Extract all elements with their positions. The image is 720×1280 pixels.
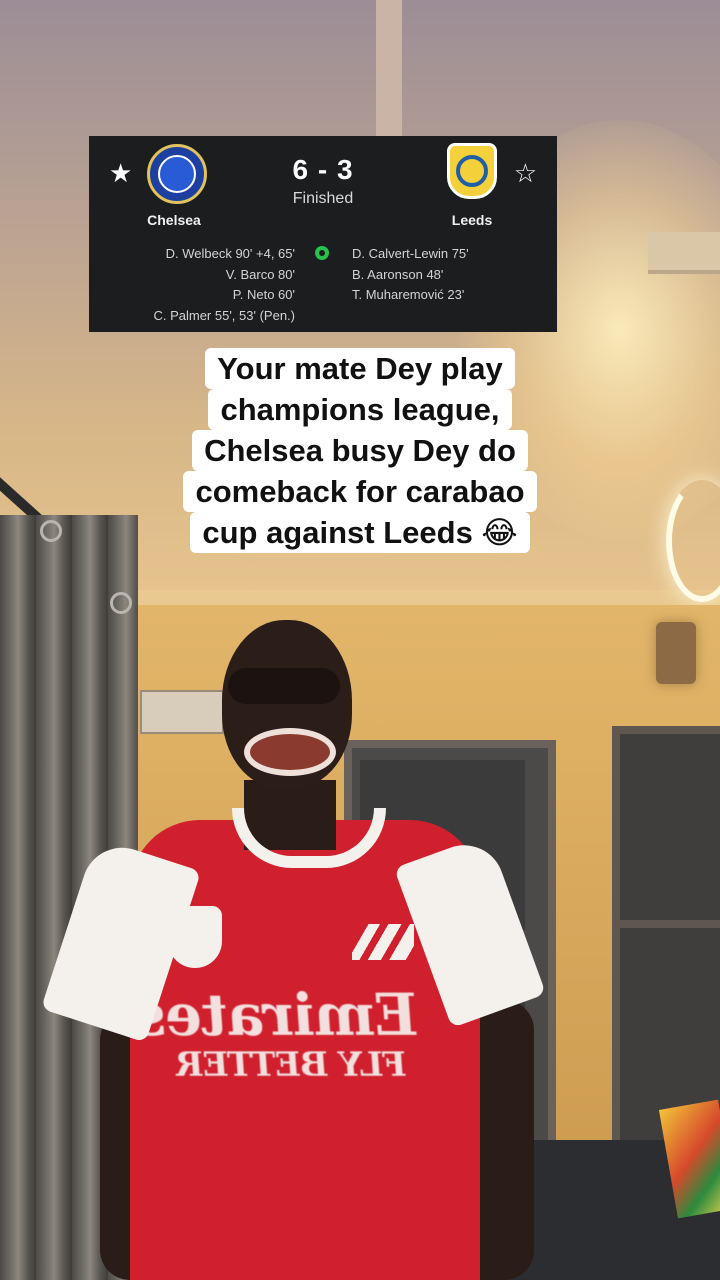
scorer-item: D. Welbeck 90' +4, 65' — [165, 246, 295, 261]
curtain-ring — [110, 592, 132, 614]
caption-line: champions league, — [208, 389, 512, 430]
sponsor-name: Emirates — [131, 981, 421, 1049]
scorer-item: T. Muharemović 23' — [352, 287, 465, 302]
scorer-item: B. Aaronson 48' — [352, 266, 444, 282]
wall-switch-panel — [140, 690, 224, 734]
away-scorers-list: D. Calvert-Lewin 75' B. Aaronson 48' T. … — [352, 244, 469, 306]
home-scorers-list: D. Welbeck 90' +4, 65' V. Barco 80' P. N… — [153, 244, 295, 326]
home-team-name: Chelsea — [147, 212, 201, 228]
away-team-name: Leeds — [451, 212, 493, 228]
caption-line: cup against Leeds 😂 — [190, 512, 530, 553]
scorer-item: C. Palmer 55', 53' (Pen.) — [153, 307, 295, 323]
caption-line: Your mate Dey play — [205, 348, 515, 389]
scorer-item: V. Barco 80' — [225, 266, 295, 282]
ceiling-beam — [376, 0, 402, 140]
door-frame — [620, 920, 720, 928]
air-vent — [648, 232, 720, 274]
star-outline-icon[interactable]: ☆ — [514, 160, 537, 186]
person-eyes — [228, 668, 340, 704]
wall-lamp — [656, 622, 696, 684]
arsenal-crest-icon — [168, 906, 222, 968]
caption-line: Chelsea busy Dey do — [192, 430, 528, 471]
adidas-logo-icon — [352, 924, 414, 960]
jersey-sponsor-text: Emirates FLY BETTER — [131, 981, 424, 1105]
sponsor-tagline: FLY BETTER — [174, 1045, 408, 1085]
scorer-item: P. Neto 60' — [232, 287, 295, 302]
scorer-item: D. Calvert-Lewin 75' — [352, 246, 469, 261]
match-score-card: ★ Chelsea 6 - 3 Finished ☆ Leeds D. Welb… — [89, 136, 557, 332]
football-icon — [315, 246, 329, 260]
video-caption: Your mate Dey play champions league, Che… — [0, 348, 720, 553]
person-mouth — [244, 728, 336, 776]
leeds-badge-icon — [445, 143, 499, 199]
caption-line: comeback for carabao — [183, 471, 537, 512]
